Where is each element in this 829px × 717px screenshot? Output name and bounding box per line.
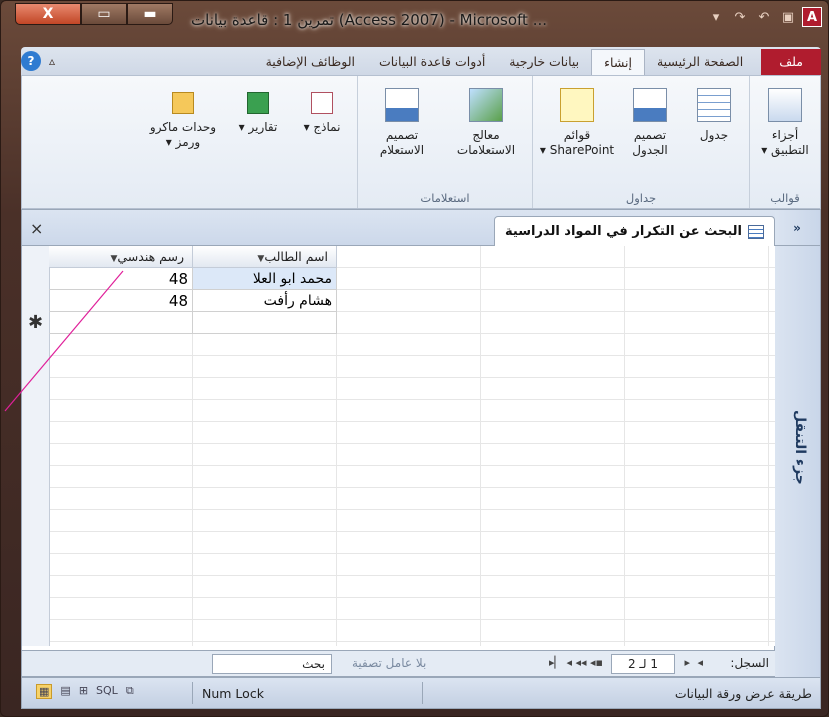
window-controls: X ▭ ▬ — [15, 3, 173, 25]
forms-button[interactable]: نماذج ▾ — [293, 80, 351, 190]
cell-student-name[interactable]: محمد ابو العلا — [193, 268, 337, 290]
record-nav-buttons[interactable]: ▸ ◂ — [684, 656, 705, 669]
status-bar: طريقة عرض ورقة البيانات Num Lock ▦ ▤ ⊞ S… — [21, 677, 821, 709]
query-tab-title: البحث عن التكرار في المواد الدراسية — [505, 224, 742, 239]
query-design-label: تصميم الاستعلام — [379, 128, 425, 157]
title-bar: X ▭ ▬ تمرين 1 : قاعدة بيانات (Access 200… — [1, 1, 828, 37]
query-wizard-icon — [469, 88, 503, 122]
access-app-icon: A — [802, 7, 822, 27]
help-icon[interactable]: ? — [21, 51, 41, 71]
datasheet-view-icon[interactable]: ▦ — [36, 684, 53, 699]
column-student-name-label: اسم الطالب — [264, 249, 328, 264]
close-window-button[interactable]: X — [15, 3, 81, 25]
group-tables: جدول تصميم الجدول قوائم SharePoint ▾ جدا… — [532, 76, 749, 208]
table-label: جدول — [699, 128, 729, 142]
pivot-table-view-icon[interactable]: ▤ — [60, 684, 70, 699]
ribbon-tabs: ملف الصفحة الرئيسية إنشاء بيانات خارجية … — [21, 47, 821, 75]
table-design-button[interactable]: تصميم الجدول — [621, 80, 679, 190]
group-tables-label: جداول — [625, 191, 657, 205]
tab-create[interactable]: إنشاء — [591, 49, 645, 75]
group-queries: معالج الاستعلامات تصميم الاستعلام استعلا… — [357, 76, 532, 208]
maximize-button[interactable]: ▭ — [81, 3, 127, 25]
new-record-icon: ✱ — [28, 312, 44, 333]
record-navigation-bar: السجل: ▸ ◂ 1 لـ 2 ▸▏ ◂ ◂◂ ◂▪ بلا عامل تص… — [22, 650, 775, 676]
query-design-button[interactable]: تصميم الاستعلام — [364, 80, 440, 190]
group-forms-reports: نماذج ▾ تقارير ▾ وحدات ماكرو ورمز ▾ — [137, 76, 357, 208]
application-parts-icon — [768, 88, 802, 122]
minimize-button[interactable]: ▬ — [127, 3, 173, 25]
quick-access-toolbar: ▾ ↷ ↶ ▣ A — [706, 7, 822, 27]
sharepoint-lists-button[interactable]: قوائم SharePoint ▾ — [539, 80, 615, 190]
numlock-indicator: Num Lock — [202, 686, 264, 701]
tab-file[interactable]: ملف — [761, 49, 821, 75]
new-record-cell[interactable] — [49, 312, 193, 334]
navigation-pane[interactable]: » جزء التنقل — [774, 210, 820, 678]
cell-student-name[interactable]: هشام رأفت — [193, 290, 337, 312]
reports-icon — [247, 92, 269, 114]
filter-status[interactable]: بلا عامل تصفية — [352, 656, 426, 670]
cell-score[interactable]: 48 — [49, 268, 193, 290]
query-icon — [748, 224, 764, 239]
query-wizard-label: معالج الاستعلامات — [456, 128, 516, 157]
macros-code-icon — [172, 92, 194, 114]
column-header-engineering-drawing[interactable]: رسم هندسي▼ — [49, 246, 193, 268]
current-record-box[interactable]: 1 لـ 2 — [611, 654, 675, 674]
macros-code-label: وحدات ماكرو ورمز ▾ — [149, 120, 217, 149]
navigation-pane-title: جزء التنقل — [792, 410, 808, 485]
design-view-icon[interactable]: ⧉ — [126, 684, 134, 699]
search-input[interactable]: بحث — [212, 654, 332, 674]
pivot-chart-view-icon[interactable]: ⊞ — [79, 684, 88, 699]
column-engineering-drawing-label: رسم هندسي — [117, 249, 184, 264]
undo-icon[interactable]: ↶ — [754, 7, 774, 27]
workspace: » جزء التنقل البحث عن التكرار في المواد … — [21, 209, 821, 678]
application-parts-label: أجزاء التطبيق ▾ — [761, 128, 809, 157]
save-icon[interactable]: ▣ — [778, 7, 798, 27]
minimize-ribbon-icon[interactable]: ▵ — [49, 51, 55, 71]
first-prev-record-buttons[interactable]: ▸▏ ◂ ◂◂ ◂▪ — [549, 656, 603, 669]
group-queries-label: استعلامات — [420, 191, 470, 205]
query-design-icon — [385, 88, 419, 122]
query-document-tab[interactable]: البحث عن التكرار في المواد الدراسية — [494, 216, 775, 246]
datasheet: اسم الطالب▼ رسم هندسي▼ محمد ابو العلا 48… — [22, 246, 775, 646]
tab-add-ins[interactable]: الوظائف الإضافية — [254, 49, 367, 75]
cell-score[interactable]: 48 — [49, 290, 193, 312]
new-record-cell[interactable] — [193, 312, 337, 334]
tab-home[interactable]: الصفحة الرئيسية — [645, 49, 755, 75]
tab-external-data[interactable]: بيانات خارجية — [497, 49, 591, 75]
table-design-icon — [633, 88, 667, 122]
window-title: تمرين 1 : قاعدة بيانات (Access 2007) - M… — [191, 11, 547, 29]
forms-icon — [311, 92, 333, 114]
reports-label: تقارير ▾ — [238, 120, 278, 134]
tab-database-tools[interactable]: أدوات قاعدة البيانات — [367, 49, 497, 75]
view-name: طريقة عرض ورقة البيانات — [674, 686, 812, 701]
expand-nav-pane-button[interactable]: » — [774, 210, 820, 246]
close-document-icon[interactable]: × — [30, 219, 43, 238]
column-header-student-name[interactable]: اسم الطالب▼ — [193, 246, 337, 268]
forms-label: نماذج ▾ — [303, 120, 341, 134]
reports-button[interactable]: تقارير ▾ — [229, 80, 287, 190]
row-selector-column[interactable] — [22, 246, 50, 646]
table-button[interactable]: جدول — [685, 80, 743, 190]
application-parts-button[interactable]: أجزاء التطبيق ▾ — [756, 80, 814, 190]
redo-icon[interactable]: ↷ — [730, 7, 750, 27]
query-wizard-button[interactable]: معالج الاستعلامات — [446, 80, 526, 190]
table-icon — [697, 88, 731, 122]
document-tab-bar: البحث عن التكرار في المواد الدراسية × — [22, 210, 775, 246]
table-design-label: تصميم الجدول — [632, 128, 668, 157]
record-label: السجل: — [730, 656, 769, 670]
sql-view-icon[interactable]: SQL — [96, 684, 118, 699]
customize-qat-icon[interactable]: ▾ — [706, 7, 726, 27]
sharepoint-lists-label: قوائم SharePoint ▾ — [539, 128, 615, 157]
ribbon: أجزاء التطبيق ▾ قوالب جدول تصميم الجدول … — [21, 75, 821, 209]
view-switcher: ▦ ▤ ⊞ SQL ⧉ — [36, 684, 134, 699]
application-window: X ▭ ▬ تمرين 1 : قاعدة بيانات (Access 200… — [0, 0, 829, 717]
sharepoint-lists-icon — [560, 88, 594, 122]
group-templates: أجزاء التطبيق ▾ قوالب — [749, 76, 820, 208]
macros-code-button[interactable]: وحدات ماكرو ورمز ▾ — [143, 80, 223, 190]
group-templates-label: قوالب — [770, 191, 800, 205]
